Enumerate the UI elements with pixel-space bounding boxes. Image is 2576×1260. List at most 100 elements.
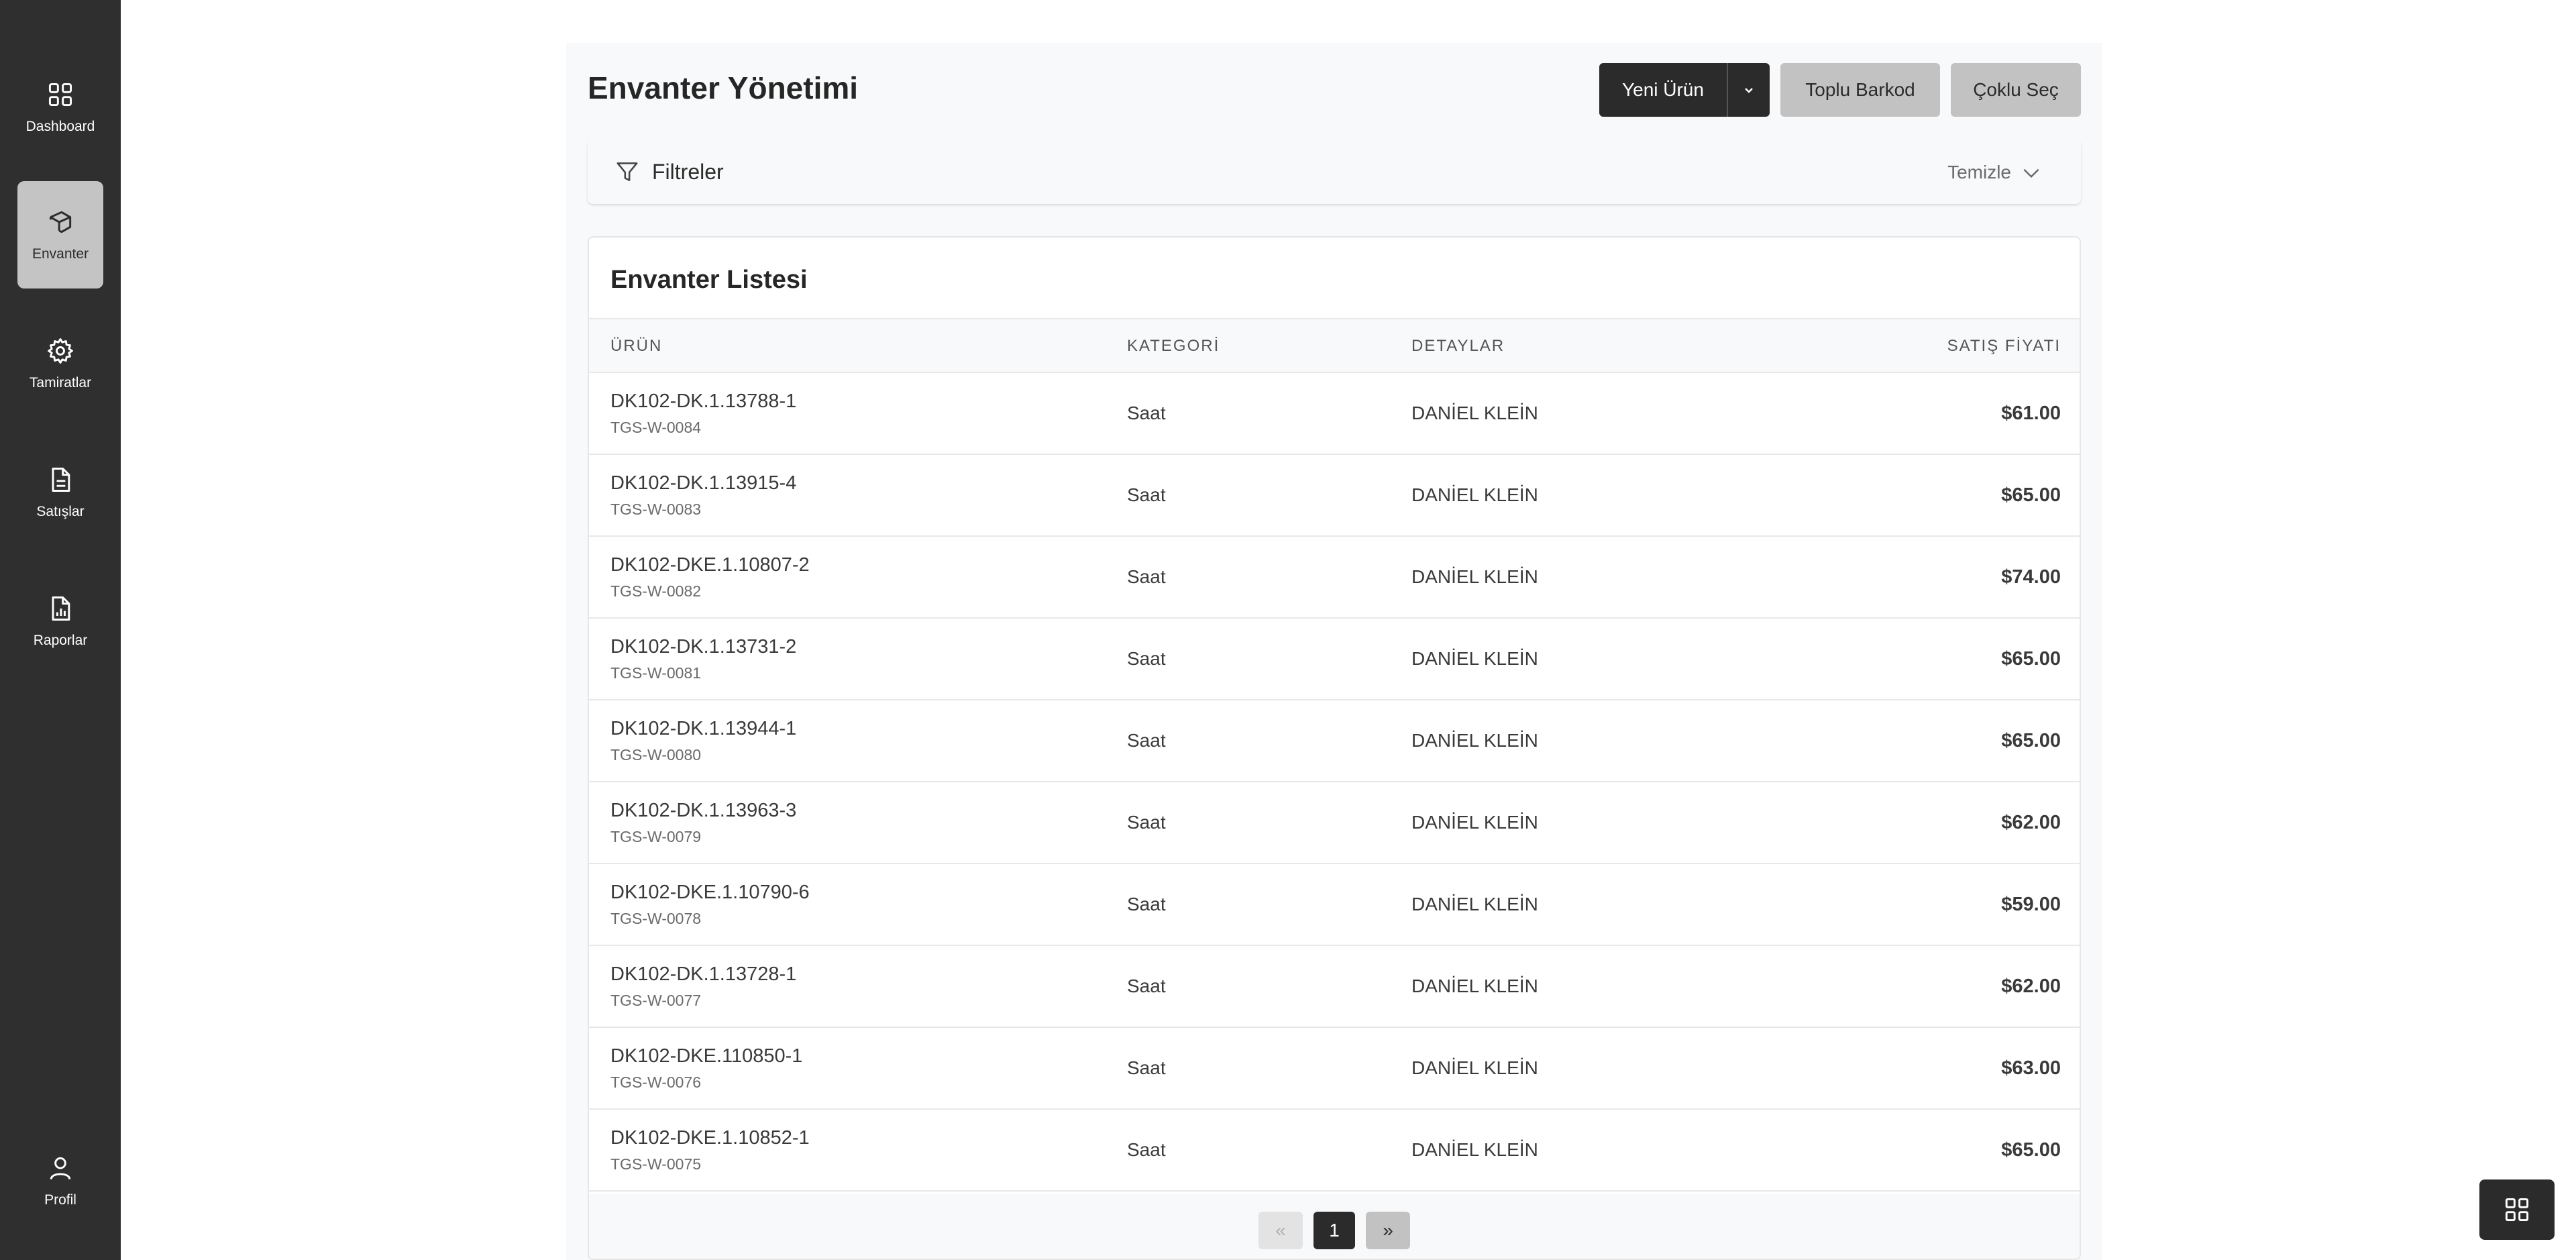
sidebar-item-tamiratlar[interactable]: Tamiratlar [17, 310, 103, 417]
clear-filters-button[interactable]: Temizle [1947, 162, 2011, 183]
column-header-category: KATEGORİ [1127, 337, 1220, 355]
grid-icon [48, 83, 72, 107]
product-category: Saat [1127, 403, 1166, 423]
pagination: « 1 » [589, 1194, 2080, 1259]
product-category: Saat [1127, 812, 1166, 833]
column-header-price: SATIŞ FİYATI [1947, 337, 2061, 355]
table-row[interactable]: DK102-DKE.1.10852-1 TGS-W-0075 Saat DANİEL … [589, 1110, 2080, 1192]
product-category: Saat [1127, 484, 1166, 505]
product-code: DK102-DKE.1.10807-2 [610, 554, 810, 576]
product-details: DANİEL KLEİN [1411, 730, 1538, 751]
product-sku: TGS-W-0075 [610, 1155, 702, 1173]
user-icon [50, 1157, 71, 1179]
sidebar-item-raporlar[interactable]: Raporlar [17, 568, 103, 675]
product-price: $62.00 [2001, 976, 2061, 997]
next-page-button[interactable]: » [1366, 1212, 1410, 1249]
product-sku: TGS-W-0076 [610, 1073, 702, 1091]
product-sku: TGS-W-0082 [610, 582, 702, 600]
sidebar: Dashboard Envanter Tamiratlar Satışlar R… [0, 0, 121, 1260]
product-details: DANİEL KLEİN [1411, 566, 1538, 587]
table-row[interactable]: DK102-DK.1.13728-1 TGS-W-0077 Saat DANİEL K… [589, 946, 2080, 1028]
product-code: DK102-DK.1.13915-4 [610, 472, 797, 494]
sidebar-item-dashboard[interactable]: Dashboard [17, 54, 103, 161]
chevron-down-icon [1745, 88, 1753, 93]
table-body: DK102-DK.1.13788-1 TGS-W-0084 Saat DANİEL K… [589, 373, 2080, 1192]
sidebar-item-satislar[interactable]: Satışlar [17, 439, 103, 546]
product-sku: TGS-W-0077 [610, 992, 702, 1009]
table-row[interactable]: DK102-DK.1.13944-1 TGS-W-0080 Saat DANİEL K… [589, 700, 2080, 782]
product-price: $65.00 [2001, 648, 2061, 670]
current-page-button[interactable]: 1 [1313, 1212, 1355, 1249]
product-category: Saat [1127, 1057, 1166, 1078]
product-price: $65.00 [2001, 1139, 2061, 1161]
product-details: DANİEL KLEİN [1411, 1057, 1538, 1078]
table-row[interactable]: DK102-DK.1.13731-2 TGS-W-0081 Saat DANİEL K… [589, 619, 2080, 700]
document-icon [52, 468, 70, 492]
product-details: DANİEL KLEİN [1411, 976, 1538, 996]
product-category: Saat [1127, 730, 1166, 751]
table-header: ÜRÜN KATEGORİ DETAYLAR SATIŞ FİYATI [589, 318, 2080, 373]
product-price: $59.00 [2001, 894, 2061, 915]
table-row[interactable]: DK102-DK.1.13963-3 TGS-W-0079 Saat DANİEL K… [589, 782, 2080, 864]
sidebar-item-label: Raporlar [33, 633, 88, 648]
column-header-product: ÜRÜN [610, 337, 663, 355]
filter-icon [616, 162, 638, 181]
filter-bar[interactable]: Filtreler Temizle [588, 140, 2081, 204]
product-sku: TGS-W-0081 [610, 664, 702, 682]
product-code: DK102-DK.1.13788-1 [610, 390, 797, 412]
previous-page-button[interactable]: « [1258, 1212, 1303, 1249]
product-code: DK102-DK.1.13944-1 [610, 718, 797, 739]
product-category: Saat [1127, 894, 1166, 914]
page-title: Envanter Yönetimi [588, 70, 859, 105]
bulk-barcode-label: Toplu Barkod [1805, 79, 1915, 100]
product-code: DK102-DKE.110850-1 [610, 1045, 803, 1067]
sidebar-item-label: Dashboard [25, 119, 95, 134]
product-code: DK102-DK.1.13728-1 [610, 963, 797, 985]
product-details: DANİEL KLEİN [1411, 484, 1538, 505]
product-details: DANİEL KLEİN [1411, 1139, 1538, 1160]
report-icon [52, 596, 70, 621]
grid-icon [2505, 1198, 2529, 1222]
product-price: $65.00 [2001, 484, 2061, 506]
product-sku: TGS-W-0079 [610, 828, 702, 845]
product-sku: TGS-W-0078 [610, 910, 702, 927]
sidebar-item-envanter[interactable]: Envanter [17, 181, 103, 288]
sidebar-item-label: Envanter [32, 246, 89, 262]
sidebar-item-label: Profil [44, 1192, 76, 1208]
product-sku: TGS-W-0080 [610, 746, 702, 764]
product-details: DANİEL KLEİN [1411, 894, 1538, 914]
product-category: Saat [1127, 1139, 1166, 1160]
product-details: DANİEL KLEİN [1411, 648, 1538, 669]
product-sku: TGS-W-0083 [610, 501, 702, 518]
bulk-barcode-button[interactable]: Toplu Barkod [1780, 63, 1940, 117]
box-icon [49, 211, 72, 233]
sidebar-item-profil[interactable]: Profil [17, 1127, 103, 1235]
product-code: DK102-DKE.1.10790-6 [610, 882, 810, 903]
sidebar-item-label: Satışlar [36, 504, 85, 519]
product-price: $74.00 [2001, 566, 2061, 588]
product-price: $65.00 [2001, 730, 2061, 751]
product-category: Saat [1127, 648, 1166, 669]
apps-menu-button[interactable] [2479, 1179, 2555, 1240]
product-price: $63.00 [2001, 1057, 2061, 1079]
table-row[interactable]: DK102-DKE.1.10807-2 TGS-W-0082 Saat DANİEL … [589, 537, 2080, 619]
product-category: Saat [1127, 976, 1166, 996]
table-row[interactable]: DK102-DKE.1.10790-6 TGS-W-0078 Saat DANİEL … [589, 864, 2080, 946]
filter-label: Filtreler [652, 160, 724, 184]
new-product-button[interactable]: Yeni Ürün [1599, 63, 1727, 117]
inventory-title: Envanter Listesi [610, 266, 808, 294]
sidebar-item-label: Tamiratlar [29, 375, 92, 390]
column-header-details: DETAYLAR [1411, 337, 1505, 355]
product-details: DANİEL KLEİN [1411, 403, 1538, 423]
gear-icon [48, 338, 73, 364]
product-code: DK102-DK.1.13963-3 [610, 800, 797, 821]
new-product-label: Yeni Ürün [1622, 79, 1704, 100]
product-sku: TGS-W-0084 [610, 419, 702, 436]
main-panel: Envanter Yönetimi Yeni Ürün Toplu Barkod… [566, 43, 2102, 1260]
chevron-down-icon[interactable] [2021, 162, 2042, 184]
multi-select-button[interactable]: Çoklu Seç [1951, 63, 2081, 117]
new-product-dropdown-button[interactable] [1728, 63, 1770, 117]
table-row[interactable]: DK102-DKE.110850-1 TGS-W-0076 Saat DANİEL K… [589, 1028, 2080, 1110]
table-row[interactable]: DK102-DK.1.13915-4 TGS-W-0083 Saat DANİEL K… [589, 455, 2080, 537]
table-row[interactable]: DK102-DK.1.13788-1 TGS-W-0084 Saat DANİEL K… [589, 373, 2080, 455]
